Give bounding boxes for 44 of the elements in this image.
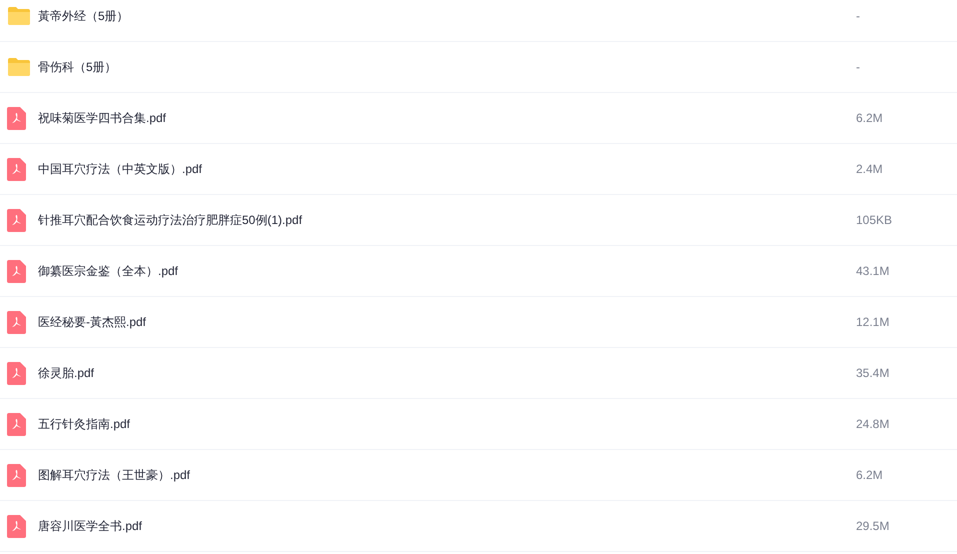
file-name: 唐容川医学全书.pdf — [38, 518, 144, 534]
pdf-file-icon — [7, 106, 26, 130]
file-size: 43.1M — [856, 264, 890, 278]
file-row[interactable]: 五行针灸指南.pdf 24.8M — [0, 399, 957, 450]
file-size: 12.1M — [856, 315, 890, 329]
pdf-file-icon — [7, 260, 26, 282]
file-row[interactable]: 黃帝外经（5册） - — [0, 0, 957, 42]
pdf-file-icon — [7, 464, 26, 486]
file-size: 35.4M — [856, 366, 890, 380]
folder-icon — [7, 57, 31, 77]
file-name: 黃帝外经（5册） — [38, 8, 130, 24]
file-row[interactable]: 医经秘要-黃杰熙.pdf 12.1M — [0, 297, 957, 348]
file-size: 24.8M — [856, 417, 890, 431]
file-row[interactable]: 中国耳穴疗法（中英文版）.pdf 2.4M — [0, 144, 957, 195]
file-name: 祝味菊医学四书合集.pdf — [38, 110, 168, 126]
file-size: - — [856, 9, 861, 23]
pdf-file-icon — [7, 310, 26, 334]
file-name: 针推耳穴配合饮食运动疗法治疗肥胖症50例(1).pdf — [38, 212, 304, 228]
file-row[interactable]: 祝味菊医学四书合集.pdf 6.2M — [0, 93, 957, 144]
file-size: 6.2M — [856, 111, 884, 125]
file-row[interactable]: 御纂医宗金鉴（全本）.pdf 43.1M — [0, 246, 957, 297]
pdf-file-icon — [7, 158, 26, 180]
file-size: 6.2M — [856, 468, 884, 482]
file-name: 图解耳穴疗法（王世豪）.pdf — [38, 466, 192, 484]
file-name: 五行针灸指南.pdf — [38, 416, 132, 432]
pdf-file-icon — [7, 208, 26, 232]
file-name: 徐灵胎.pdf — [38, 364, 96, 382]
file-size: 2.4M — [856, 162, 884, 176]
file-name: 骨伤科（5册） — [38, 58, 118, 76]
pdf-file-icon — [7, 412, 26, 436]
file-row[interactable]: 骨伤科（5册） - — [0, 42, 957, 93]
file-row[interactable]: 徐灵胎.pdf 35.4M — [0, 348, 957, 399]
file-name: 中国耳穴疗法（中英文版）.pdf — [38, 160, 204, 178]
file-row[interactable]: 图解耳穴疗法（王世豪）.pdf 6.2M — [0, 450, 957, 501]
file-size: - — [856, 60, 861, 74]
file-row[interactable]: 唐容川医学全书.pdf 29.5M — [0, 501, 957, 552]
file-size: 29.5M — [856, 519, 890, 533]
file-name: 医经秘要-黃杰熙.pdf — [38, 314, 148, 330]
pdf-file-icon — [7, 362, 26, 384]
file-row[interactable]: 针推耳穴配合饮食运动疗法治疗肥胖症50例(1).pdf 105KB — [0, 195, 957, 246]
file-size: 105KB — [856, 213, 894, 227]
file-name: 御纂医宗金鉴（全本）.pdf — [38, 262, 180, 280]
pdf-file-icon — [7, 514, 26, 538]
folder-icon — [7, 6, 31, 26]
